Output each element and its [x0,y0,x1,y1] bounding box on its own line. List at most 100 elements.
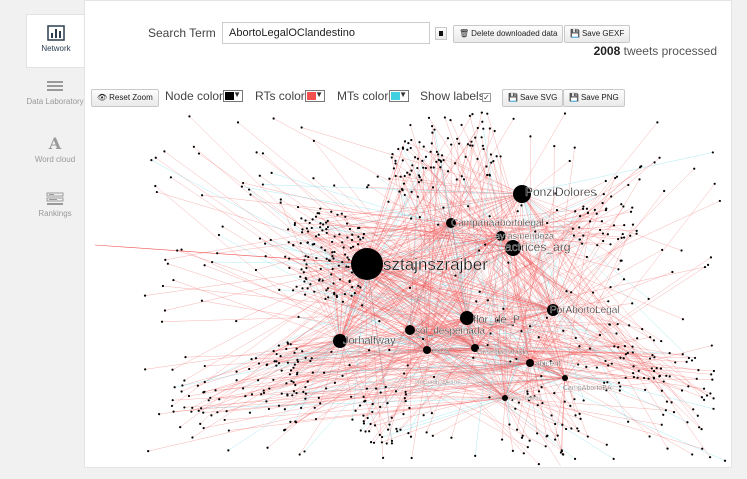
graph-node[interactable] [258,174,261,177]
graph-node[interactable] [277,404,281,407]
graph-node[interactable] [585,365,588,368]
graph-node[interactable] [581,207,585,210]
graph-node[interactable] [663,189,666,193]
graph-node[interactable] [417,181,421,184]
graph-node[interactable] [631,345,634,348]
graph-node[interactable] [489,153,493,156]
graph-node[interactable] [665,374,668,377]
graph-node[interactable] [623,345,627,348]
graph-node[interactable] [293,223,296,226]
graph-node[interactable] [691,453,694,456]
graph-node[interactable] [424,155,428,158]
graph-node[interactable] [265,363,268,367]
graph-node[interactable] [578,412,581,415]
graph-node[interactable] [275,364,278,367]
graph-node[interactable] [486,343,489,347]
graph-node[interactable] [207,399,210,402]
graph-node[interactable] [294,420,297,423]
graph-node[interactable] [410,138,413,142]
graph-node[interactable] [687,385,690,388]
graph-node[interactable] [588,347,592,350]
graph-node[interactable] [277,361,281,365]
graph-node[interactable] [376,175,379,178]
graph-node[interactable] [430,412,434,415]
graph-node[interactable] [410,169,413,172]
graph-node[interactable] [489,332,492,335]
graph-node[interactable] [406,364,409,367]
graph-node[interactable] [509,360,512,363]
graph-node[interactable] [289,343,292,346]
graph-node[interactable] [578,345,581,348]
graph-node[interactable] [267,407,271,411]
graph-node[interactable] [591,291,595,294]
graph-node[interactable] [658,156,661,159]
graph-node[interactable] [303,280,306,283]
graph-node[interactable] [309,359,312,363]
graph-node[interactable] [578,226,581,229]
graph-node[interactable] [368,430,371,433]
graph-node[interactable] [307,255,310,259]
graph-node[interactable] [338,233,341,236]
graph-node[interactable] [658,374,662,377]
graph-node[interactable] [292,366,295,369]
graph-node[interactable] [164,258,167,262]
graph-node[interactable] [574,414,577,417]
graph-node[interactable] [266,446,269,449]
graph-node[interactable] [158,413,161,416]
graph-node[interactable] [582,399,585,402]
graph-hub-node[interactable] [423,346,431,354]
graph-node[interactable] [313,242,316,246]
graph-node[interactable] [406,148,409,151]
graph-node[interactable] [333,235,336,238]
graph-node[interactable] [595,212,598,215]
graph-node[interactable] [399,175,402,178]
graph-node[interactable] [388,177,391,180]
graph-node[interactable] [712,407,715,410]
graph-node[interactable] [582,205,585,208]
graph-node[interactable] [520,204,523,207]
graph-node[interactable] [363,400,366,403]
graph-node[interactable] [301,287,304,290]
graph-node[interactable] [332,282,335,285]
graph-node[interactable] [661,248,664,251]
graph-node[interactable] [617,381,621,384]
graph-node[interactable] [371,403,374,406]
graph-node[interactable] [349,246,352,249]
graph-node[interactable] [443,116,446,119]
graph-node[interactable] [330,273,333,276]
graph-node[interactable] [240,185,243,188]
graph-node[interactable] [541,401,544,405]
graph-node[interactable] [456,137,459,140]
graph-node[interactable] [454,162,457,165]
graph-node[interactable] [150,159,153,162]
graph-node[interactable] [286,393,289,396]
graph-node[interactable] [411,164,414,167]
graph-node[interactable] [609,285,612,289]
graph-node[interactable] [286,341,289,344]
graph-node[interactable] [287,228,290,231]
graph-node[interactable] [235,370,238,373]
graph-node[interactable] [304,219,307,222]
graph-node[interactable] [399,428,402,431]
graph-node[interactable] [359,286,362,289]
graph-node[interactable] [359,238,362,241]
graph-node[interactable] [350,271,354,274]
graph-node[interactable] [163,309,167,312]
graph-node[interactable] [488,127,491,130]
graph-node[interactable] [200,407,203,410]
graph-node[interactable] [651,353,654,357]
graph-node[interactable] [570,291,573,294]
graph-node[interactable] [265,400,268,403]
graph-node[interactable] [488,396,491,399]
graph-hub-node[interactable] [405,325,415,335]
graph-node[interactable] [279,201,282,204]
graph-node[interactable] [526,390,529,393]
graph-node[interactable] [662,413,665,416]
graph-node[interactable] [685,360,688,363]
graph-node[interactable] [257,362,261,365]
graph-node[interactable] [306,241,309,244]
graph-node[interactable] [711,378,714,381]
graph-node[interactable] [563,112,567,115]
graph-node[interactable] [617,346,620,349]
graph-node[interactable] [671,270,674,274]
